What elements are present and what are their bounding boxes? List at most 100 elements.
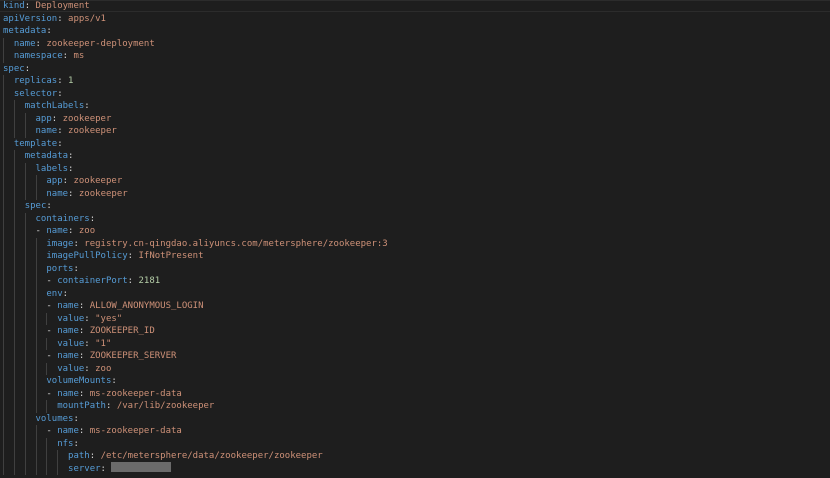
code-line[interactable]: volumes:: [3, 412, 823, 425]
code-line[interactable]: selector:: [3, 87, 823, 100]
code-line[interactable]: apiVersion: apps/v1: [3, 13, 823, 26]
yaml-string-value: ms: [73, 51, 85, 61]
indent-guide: [13, 175, 15, 188]
colon: :: [84, 101, 90, 111]
yaml-key: name: [13, 38, 36, 49]
code-line[interactable]: app: zookeeper: [3, 112, 823, 125]
list-dash: -: [46, 388, 58, 399]
indent-guide: [35, 237, 37, 250]
code-line[interactable]: env:: [3, 287, 823, 300]
code-line[interactable]: - name: ALLOW_ANONYMOUS_LOGIN: [3, 300, 823, 313]
yaml-key: value: [57, 363, 85, 374]
indent-guide: [13, 112, 15, 125]
indent-guide: [35, 275, 37, 288]
colon: :: [57, 138, 63, 149]
indent-guide: [35, 250, 37, 263]
code-line[interactable]: mountPath: /var/lib/zookeeper: [3, 400, 823, 413]
code-line[interactable]: metadata:: [3, 25, 823, 38]
indent-guide: [3, 112, 4, 125]
indent-guide: [3, 300, 4, 313]
indent-guide: [35, 362, 37, 375]
colon: :: [62, 288, 69, 299]
yaml-key: replicas: [13, 76, 58, 86]
yaml-key: selector: [13, 88, 58, 99]
indent-guide: [3, 262, 4, 275]
code-line[interactable]: - name: ms-zookeeper-data: [3, 425, 823, 438]
code-line[interactable]: name: zookeeper-deployment: [3, 37, 823, 50]
code-line[interactable]: value: "yes": [3, 312, 823, 325]
yaml-string-value: IfNotPresent: [138, 251, 204, 261]
code-line[interactable]: - name: ZOOKEEPER_SERVER: [3, 350, 823, 363]
code-editor[interactable]: kind: Deployment apiVersion: apps/v1 metad…: [0, 0, 830, 478]
code-line[interactable]: app: zookeeper: [3, 175, 823, 188]
indent-guide: [35, 350, 37, 363]
indent-guide: [46, 312, 48, 325]
indent-guide: [13, 462, 15, 475]
indent-guide: [24, 450, 26, 463]
yaml-number-value: 2181: [138, 276, 161, 286]
yaml-string-value: zookeeper: [78, 188, 128, 199]
yaml-key: name: [57, 326, 79, 336]
yaml-key: name: [46, 226, 69, 236]
code-line[interactable]: image: registry.cn-qingdao.aliyuncs.com/…: [3, 237, 823, 250]
code-line[interactable]: - name: zoo: [3, 225, 823, 238]
yaml-string-value: ZOOKEEPER_SERVER: [89, 351, 177, 361]
indent-guide: [35, 387, 37, 400]
yaml-key: name: [57, 301, 79, 311]
yaml-string-value: "yes": [95, 313, 123, 324]
yaml-key: name: [46, 188, 69, 199]
code-line[interactable]: name: zookeeper: [3, 125, 823, 138]
indent-guide: [35, 337, 37, 350]
indent-guide: [3, 87, 4, 100]
yaml-key: labels: [35, 163, 69, 174]
list-dash: -: [46, 326, 58, 336]
indent-guide: [3, 250, 4, 263]
indent-guide: [46, 362, 48, 375]
indent-guide: [24, 275, 26, 288]
indent-guide: [57, 450, 59, 463]
code-line[interactable]: value: zoo: [3, 362, 823, 375]
yaml-key: template: [13, 138, 58, 149]
code-line[interactable]: template:: [3, 137, 823, 150]
colon: :: [73, 413, 79, 424]
code-line[interactable]: volumeMounts:: [3, 375, 823, 388]
code-line[interactable]: containers:: [3, 212, 823, 225]
code-line[interactable]: imagePullPolicy: IfNotPresent: [3, 250, 823, 263]
indent-guide: [35, 312, 37, 325]
indent-guide: [24, 162, 26, 175]
indent-guide: [24, 337, 26, 350]
code-line[interactable]: ports:: [3, 262, 823, 275]
yaml-string-value: Deployment: [35, 1, 90, 11]
indent-guide: [35, 375, 37, 388]
code-line[interactable]: - name: ms-zookeeper-data: [3, 387, 823, 400]
yaml-key: apiVersion: [3, 13, 58, 24]
code-line[interactable]: nfs:: [3, 437, 823, 450]
code-line[interactable]: spec:: [3, 63, 823, 76]
code-line[interactable]: matchLabels:: [3, 100, 823, 113]
code-line[interactable]: spec:: [3, 200, 823, 213]
code-line[interactable]: - containerPort: 2181: [3, 275, 823, 288]
code-line[interactable]: path: /etc/metersphere/data/zookeeper/zo…: [3, 450, 823, 463]
code-line[interactable]: replicas: 1: [3, 75, 823, 88]
yaml-code-view[interactable]: kind: Deployment apiVersion: apps/v1 metad…: [3, 0, 823, 475]
indent-guide: [3, 75, 4, 88]
yaml-key: value: [57, 313, 85, 324]
indent-guide: [35, 462, 37, 475]
list-dash: -: [46, 426, 58, 436]
code-line[interactable]: namespace: ms: [3, 50, 823, 63]
code-line[interactable]: - name: ZOOKEEPER_ID: [3, 325, 823, 338]
code-line[interactable]: value: "1": [3, 337, 823, 350]
code-line[interactable]: name: zookeeper: [3, 187, 823, 200]
code-line[interactable]: metadata:: [3, 150, 823, 163]
indent-guide: [3, 125, 4, 138]
code-line[interactable]: kind: Deployment: [3, 0, 823, 13]
indent-guide: [13, 100, 15, 113]
code-line[interactable]: labels:: [3, 162, 823, 175]
code-line[interactable]: server:: [3, 462, 823, 475]
yaml-key: env: [46, 288, 63, 299]
